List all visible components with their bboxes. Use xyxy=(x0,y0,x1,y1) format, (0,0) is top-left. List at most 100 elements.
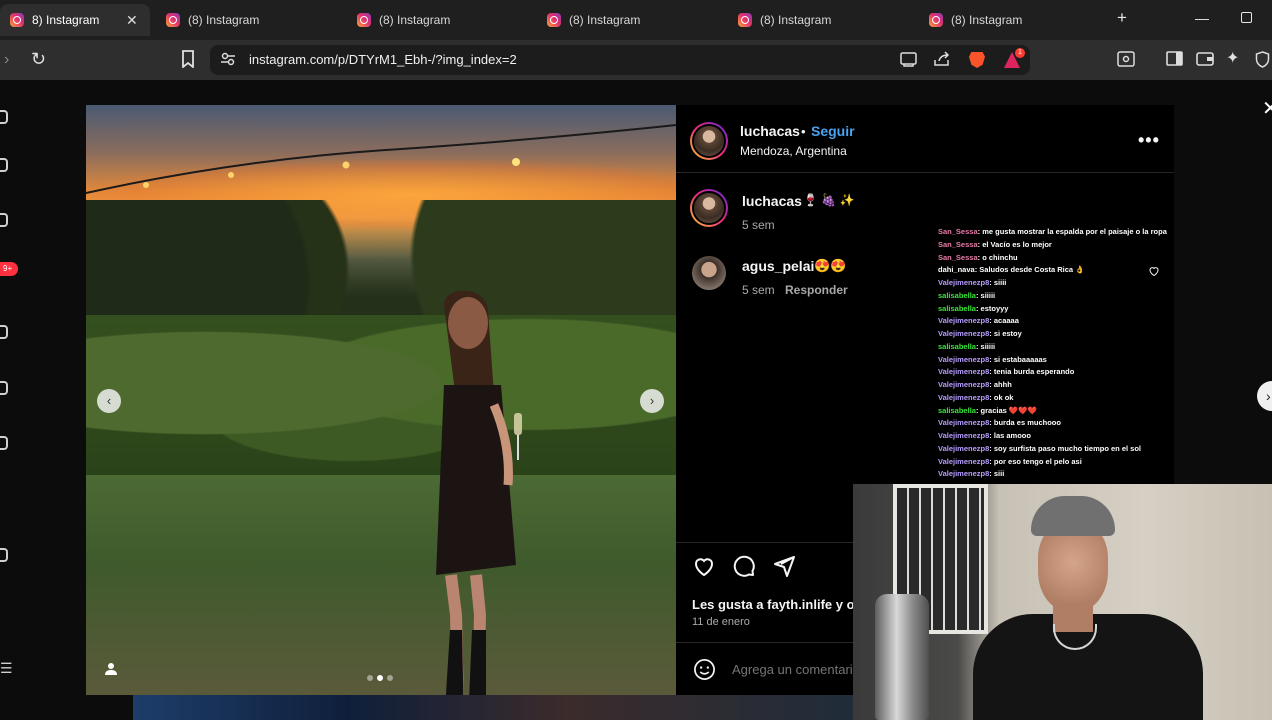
wallet-icon[interactable] xyxy=(1196,51,1214,72)
comment-input[interactable] xyxy=(732,662,872,677)
close-tab-icon[interactable]: ✕ xyxy=(126,12,138,29)
forward-icon[interactable]: › xyxy=(4,50,9,70)
chat-message: San_Sessa: o chinchu xyxy=(938,252,1238,265)
tab-title: (8) Instagram xyxy=(188,13,260,27)
caption-text: 🍷 🍇 ✨ xyxy=(803,193,855,207)
emoji-icon[interactable] xyxy=(693,658,716,681)
screen: 8) Instagram ✕ (8) Instagram (8) Instagr… xyxy=(0,0,1272,720)
follow-button[interactable]: Seguir xyxy=(811,123,855,139)
close-icon[interactable]: ✕ xyxy=(1262,96,1272,121)
tab-instagram[interactable]: (8) Instagram xyxy=(537,4,650,36)
tag-user-icon[interactable] xyxy=(104,662,118,676)
chat-text: el Vacío es lo mejor xyxy=(982,239,1052,249)
create-icon[interactable] xyxy=(0,548,8,562)
leo-ai-icon[interactable]: ✦ xyxy=(1226,49,1239,69)
photo-next-chevron-right-icon[interactable]: › xyxy=(640,389,664,413)
photo-prev-chevron-left-icon[interactable]: ‹ xyxy=(97,389,121,413)
commenter-avatar[interactable] xyxy=(692,256,726,290)
comment-username[interactable]: agus_pelai xyxy=(742,258,814,274)
chat-username: salisabella xyxy=(938,290,976,300)
chat-username: Valejimenezp8 xyxy=(938,443,990,453)
stream-chat-overlay: San_Sessa: me gusta mostrar la espalda p… xyxy=(938,226,1238,481)
chat-username: Valejimenezp8 xyxy=(938,329,990,338)
chat-username: Valejimenezp8 xyxy=(938,469,990,479)
chat-text: siii xyxy=(993,469,1005,479)
tab-instagram[interactable]: (8) Instagram xyxy=(919,4,1032,36)
chat-username: Valejimenezp8 xyxy=(938,316,990,326)
chat-message: Valejimenezp8: ahhh xyxy=(938,379,1238,392)
menu-icon[interactable]: ☰ xyxy=(0,660,13,677)
chat-username: Valejimenezp8 xyxy=(938,418,990,428)
likes-summary[interactable]: Les gusta a fayth.inlife y o xyxy=(692,597,855,612)
comment-icon[interactable] xyxy=(732,554,756,578)
chat-username: San_Sessa xyxy=(938,227,978,236)
chat-username: San_Sessa xyxy=(938,252,978,262)
carousel-dot xyxy=(387,675,393,681)
share-icon[interactable] xyxy=(933,51,950,73)
sidebar-icon[interactable] xyxy=(1166,51,1183,72)
share-post-icon[interactable] xyxy=(772,554,796,578)
author-avatar[interactable] xyxy=(690,122,728,160)
chat-message: dahi_nava: Saludos desde Costa Rica 👌 xyxy=(938,264,1238,277)
woman-figure xyxy=(436,290,522,695)
explore-icon[interactable] xyxy=(0,213,8,227)
cast-icon[interactable] xyxy=(900,51,917,73)
post-date[interactable]: 11 de enero xyxy=(692,616,750,628)
new-tab-plus-icon[interactable]: + xyxy=(1117,8,1127,28)
chat-text: acaaaa xyxy=(993,316,1019,326)
browser-tab-strip: 8) Instagram ✕ (8) Instagram (8) Instagr… xyxy=(0,0,1272,40)
chat-text: me gusta mostrar la espalda por el paisa… xyxy=(982,227,1167,236)
messages-icon[interactable] xyxy=(0,381,8,395)
post-photo xyxy=(86,105,676,695)
site-settings-icon[interactable] xyxy=(220,51,236,73)
carousel-dots xyxy=(367,675,393,681)
tab-instagram[interactable]: (8) Instagram xyxy=(347,4,460,36)
chat-message: salisabella: siiiii xyxy=(938,290,1238,303)
webcam-thermos xyxy=(875,594,929,720)
minimize-icon[interactable]: — xyxy=(1195,10,1209,26)
post-location[interactable]: Mendoza, Argentina xyxy=(740,144,847,158)
instagram-favicon xyxy=(10,13,24,27)
chat-username: San_Sessa xyxy=(938,239,978,249)
chat-message: Valejimenezp8: soy surfista paso mucho t… xyxy=(938,443,1238,456)
chat-username: Valejimenezp8 xyxy=(938,278,990,287)
instagram-favicon xyxy=(166,13,180,27)
chat-message: Valejimenezp8: tenia burda esperando xyxy=(938,366,1238,379)
instagram-favicon xyxy=(547,13,561,27)
maximize-icon[interactable] xyxy=(1241,12,1252,23)
reader-icon[interactable] xyxy=(1117,51,1135,73)
chat-message: salisabella: siiiii xyxy=(938,341,1238,354)
header-divider xyxy=(676,172,1174,173)
chat-message: Valejimenezp8: acaaaa xyxy=(938,315,1238,328)
search-icon[interactable] xyxy=(0,158,8,172)
reload-icon[interactable]: ↻ xyxy=(31,49,46,69)
chat-message: salisabella: estoyyy xyxy=(938,303,1238,316)
home-icon[interactable] xyxy=(0,110,8,124)
heart-icon[interactable] xyxy=(692,554,716,578)
chat-username: salisabella xyxy=(938,341,976,351)
caption-author-avatar[interactable] xyxy=(690,189,728,227)
caption-author[interactable]: luchacas xyxy=(742,193,802,209)
chat-text: estoyyy xyxy=(980,303,1009,313)
instagram-favicon xyxy=(738,13,752,27)
reels-icon[interactable] xyxy=(0,325,8,339)
tab-title: 8) Instagram xyxy=(32,13,100,27)
chat-message: San_Sessa: el Vacío es lo mejor xyxy=(938,239,1238,252)
instagram-favicon xyxy=(929,13,943,27)
more-options-icon[interactable]: ••• xyxy=(1138,130,1160,151)
bookmark-icon[interactable] xyxy=(181,50,195,74)
tab-instagram[interactable]: (8) Instagram xyxy=(728,4,841,36)
chat-username: Valejimenezp8 xyxy=(938,431,990,440)
tab-title: (8) Instagram xyxy=(569,13,641,27)
chat-text: tenia burda esperando xyxy=(993,367,1075,377)
chat-username: dahi_nava xyxy=(938,265,975,275)
notifications-icon[interactable] xyxy=(0,436,8,450)
comment-text: 😍😍 xyxy=(814,258,847,273)
author-username[interactable]: luchacas xyxy=(740,123,800,139)
reply-button[interactable]: Responder xyxy=(785,283,848,297)
comment-time: 5 sem xyxy=(742,283,775,297)
tab-instagram[interactable]: (8) Instagram xyxy=(156,4,269,36)
vpn-icon[interactable] xyxy=(1255,51,1270,74)
chat-message: Valejimenezp8: por eso tengo el pelo asi xyxy=(938,456,1238,469)
url-text[interactable]: instagram.com/p/DTYrM1_Ebh-/?img_index=2 xyxy=(249,52,517,67)
